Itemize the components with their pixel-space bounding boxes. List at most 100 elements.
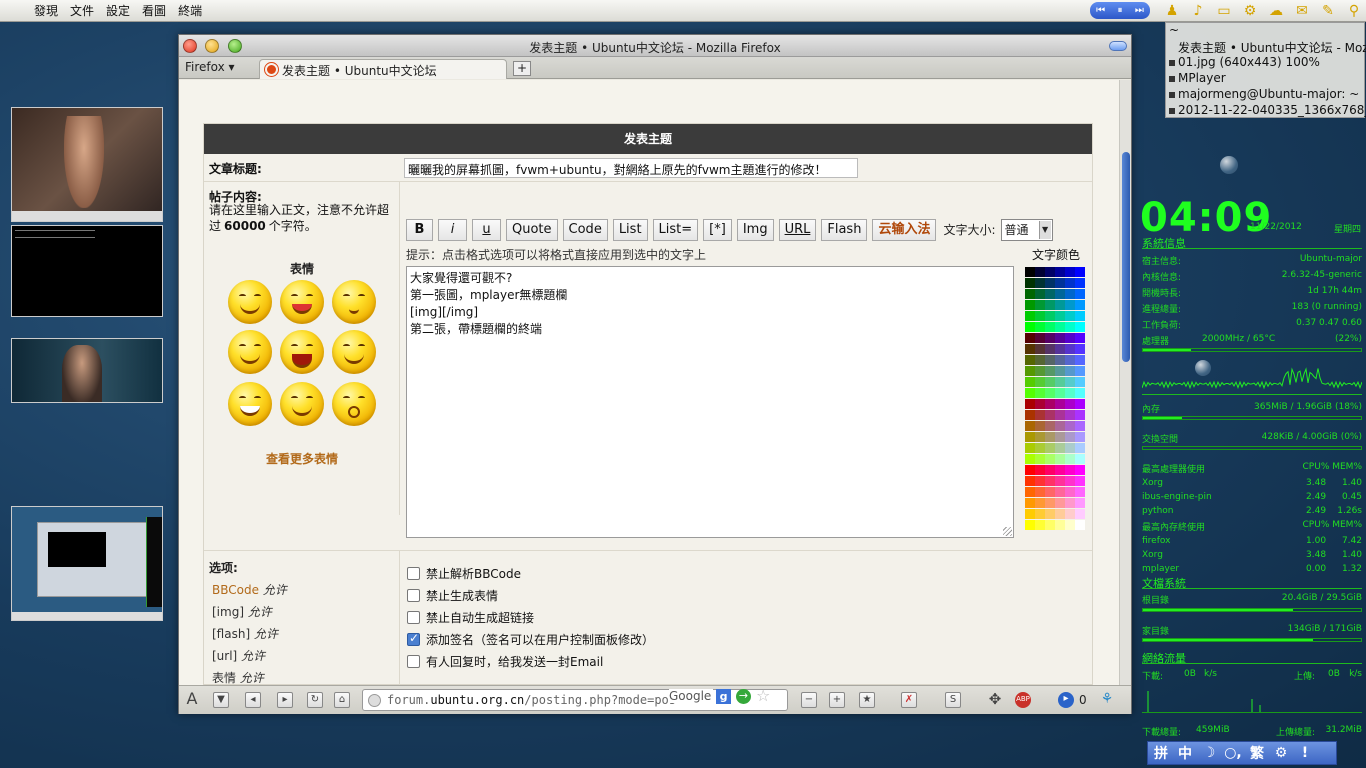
color-swatch[interactable]	[1075, 388, 1085, 398]
color-swatch[interactable]	[1065, 311, 1075, 321]
font-size-select[interactable]: 普通 ▼	[1000, 219, 1053, 241]
color-swatch[interactable]	[1075, 498, 1085, 508]
cloud-ime-button[interactable]: 云输入法	[872, 219, 937, 241]
color-swatch[interactable]	[1025, 267, 1035, 277]
color-swatch[interactable]	[1045, 454, 1055, 464]
color-swatch[interactable]	[1035, 289, 1045, 299]
color-swatch[interactable]	[1055, 399, 1065, 409]
color-swatch[interactable]	[1045, 443, 1055, 453]
color-swatch[interactable]	[1075, 454, 1085, 464]
user-icon[interactable]: ♟	[1162, 2, 1182, 20]
color-swatch[interactable]	[1025, 421, 1035, 431]
back-icon[interactable]: ◂	[245, 692, 261, 708]
color-swatch[interactable]	[1045, 344, 1055, 354]
smiley-icon[interactable]	[228, 330, 272, 374]
color-swatch[interactable]	[1035, 366, 1045, 376]
list-item-button[interactable]: [*]	[703, 219, 732, 241]
terminal-thumbnail[interactable]	[11, 225, 163, 317]
color-swatch[interactable]	[1035, 278, 1045, 288]
menu-images[interactable]: 看圖	[142, 2, 166, 19]
menu-discover[interactable]: 發現	[34, 2, 58, 19]
screenshot-thumbnail[interactable]	[11, 506, 163, 621]
pause-icon[interactable]: ⏸	[1117, 5, 1122, 16]
display-icon[interactable]: ▭	[1214, 2, 1234, 20]
previous-track-icon[interactable]: ⏮	[1096, 5, 1105, 16]
color-swatch[interactable]	[1025, 366, 1035, 376]
color-swatch[interactable]	[1075, 410, 1085, 420]
subject-input[interactable]: 曬曬我的屏幕抓圖，fvwm+ubuntu，對網絡上原先的fvwm主題進行的修改！	[404, 158, 858, 178]
color-swatch[interactable]	[1055, 520, 1065, 530]
checkbox-disable-magic-url[interactable]: 禁止自动生成超链接	[407, 609, 534, 626]
italic-button[interactable]: i	[438, 219, 467, 241]
ime-settings-icon[interactable]: ⚙	[1272, 745, 1290, 761]
list-button[interactable]: List	[612, 219, 648, 241]
go-arrow-icon[interactable]: →	[736, 689, 751, 704]
color-swatch[interactable]	[1065, 333, 1075, 343]
ime-halfwidth-icon[interactable]: ☽	[1200, 745, 1218, 761]
color-swatch[interactable]	[1075, 377, 1085, 387]
color-swatch[interactable]	[1025, 322, 1035, 332]
resize-handle-icon[interactable]	[1003, 527, 1012, 536]
color-swatch[interactable]	[1025, 300, 1035, 310]
color-swatch[interactable]	[1035, 498, 1045, 508]
color-swatch[interactable]	[1075, 432, 1085, 442]
color-swatch[interactable]	[1055, 300, 1065, 310]
color-swatch[interactable]	[1065, 520, 1075, 530]
color-swatch[interactable]	[1055, 487, 1065, 497]
color-swatch[interactable]	[1045, 476, 1055, 486]
addon-icon[interactable]: ⚘	[1099, 692, 1115, 708]
color-swatch[interactable]	[1045, 300, 1055, 310]
color-swatch[interactable]	[1075, 300, 1085, 310]
color-swatch[interactable]	[1065, 410, 1075, 420]
color-swatch[interactable]	[1025, 355, 1035, 365]
color-swatch[interactable]	[1055, 333, 1065, 343]
color-swatch[interactable]	[1065, 509, 1075, 519]
color-swatch[interactable]	[1055, 311, 1065, 321]
color-swatch[interactable]	[1065, 289, 1075, 299]
color-swatch[interactable]	[1055, 344, 1065, 354]
checkbox-disable-bbcode[interactable]: 禁止解析BBCode	[407, 565, 521, 582]
color-swatch[interactable]	[1035, 355, 1045, 365]
color-swatch[interactable]	[1055, 278, 1065, 288]
color-swatch[interactable]	[1035, 399, 1045, 409]
color-swatch[interactable]	[1065, 443, 1075, 453]
color-palette[interactable]	[1025, 267, 1085, 530]
search-engine-label[interactable]: Google	[669, 689, 714, 703]
color-swatch[interactable]	[1035, 300, 1045, 310]
ime-chinese-button[interactable]: 中	[1176, 743, 1194, 763]
color-swatch[interactable]	[1075, 520, 1085, 530]
bookmarks-icon[interactable]: ★	[859, 692, 875, 708]
color-swatch[interactable]	[1065, 366, 1075, 376]
color-swatch[interactable]	[1045, 322, 1055, 332]
color-swatch[interactable]	[1025, 487, 1035, 497]
bookmark-star-icon[interactable]: ☆	[756, 686, 770, 705]
color-swatch[interactable]	[1065, 498, 1075, 508]
checkbox[interactable]	[407, 611, 420, 624]
quote-button[interactable]: Quote	[506, 219, 558, 241]
color-swatch[interactable]	[1075, 476, 1085, 486]
smiley-icon[interactable]	[280, 330, 324, 374]
color-swatch[interactable]	[1045, 421, 1055, 431]
color-swatch[interactable]	[1035, 410, 1045, 420]
color-swatch[interactable]	[1075, 465, 1085, 475]
window-list-item[interactable]: ~	[1169, 23, 1179, 37]
color-swatch[interactable]	[1035, 333, 1045, 343]
checkbox[interactable]	[407, 567, 420, 580]
color-swatch[interactable]	[1035, 520, 1045, 530]
checkbox-disable-smilies[interactable]: 禁止生成表情	[407, 587, 498, 604]
zoom-in-icon[interactable]: +	[829, 692, 845, 708]
color-swatch[interactable]	[1025, 476, 1035, 486]
menu-terminal[interactable]: 終端	[178, 2, 202, 19]
color-swatch[interactable]	[1065, 421, 1075, 431]
image-viewer-thumbnail[interactable]	[11, 107, 163, 222]
color-swatch[interactable]	[1025, 399, 1035, 409]
color-swatch[interactable]	[1075, 289, 1085, 299]
smiley-icon[interactable]	[280, 382, 324, 426]
color-swatch[interactable]	[1025, 465, 1035, 475]
color-swatch[interactable]	[1075, 443, 1085, 453]
color-swatch[interactable]	[1055, 267, 1065, 277]
window-list-item[interactable]: 发表主题 • Ubuntu中文论坛 - Mozil	[1178, 39, 1366, 56]
color-swatch[interactable]	[1055, 322, 1065, 332]
color-swatch[interactable]	[1075, 267, 1085, 277]
firefox-menu-button[interactable]: Firefox ▾	[185, 60, 235, 74]
